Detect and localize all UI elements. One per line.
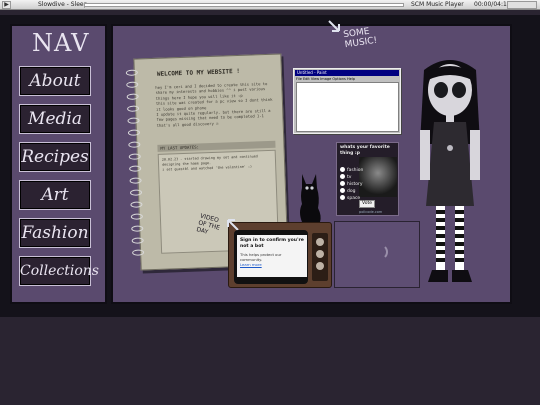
spiral-ring bbox=[131, 225, 144, 232]
poll-question: whats your favorite thing :p bbox=[340, 145, 390, 156]
poll-link[interactable]: pollcode.com bbox=[359, 210, 382, 214]
window-menu[interactable]: File Edit View Image Options Help bbox=[296, 77, 355, 81]
nav-recipes-button[interactable]: Recipes bbox=[19, 142, 91, 172]
player-track-title: Slowdive - Sleep bbox=[38, 1, 88, 8]
video-signin-dialog: Sign in to confirm you're not a bot This… bbox=[237, 235, 307, 277]
nav-art-button[interactable]: Art bbox=[19, 180, 91, 210]
paint-window: Untitled - Paint File Edit View Image Op… bbox=[293, 68, 401, 134]
player-time: 00:00/04:18 bbox=[474, 1, 511, 8]
poll-option-label: tv bbox=[347, 175, 352, 180]
spiral-ring bbox=[132, 249, 145, 256]
nav-fashion-button[interactable]: Fashion bbox=[19, 218, 91, 248]
spiral-ring bbox=[125, 69, 138, 76]
radio-icon[interactable] bbox=[340, 181, 345, 186]
spiral-ring bbox=[127, 117, 140, 124]
poll-option[interactable]: history bbox=[340, 181, 362, 188]
spiral-ring bbox=[128, 153, 141, 160]
protect-message: This helps protect our community. bbox=[240, 252, 282, 262]
player-app-name: SCM Music Player bbox=[411, 1, 464, 8]
radio-icon[interactable] bbox=[340, 195, 345, 200]
poll-option-label: fashion bbox=[347, 168, 364, 173]
spiral-ring bbox=[126, 105, 140, 112]
striped-stockings bbox=[436, 206, 464, 270]
poll-option-label: history bbox=[347, 182, 363, 187]
spiral-ring bbox=[126, 81, 139, 88]
loading-spinner-icon bbox=[372, 244, 388, 260]
spiral-ring bbox=[130, 201, 143, 208]
learn-more-link[interactable]: Learn more bbox=[240, 262, 304, 267]
poll-option-label: dog bbox=[347, 189, 356, 194]
tv-screen: Sign in to confirm you're not a bot This… bbox=[234, 230, 308, 284]
arrow-icon bbox=[328, 20, 340, 32]
tv-controls bbox=[312, 233, 328, 281]
spiral-ring bbox=[130, 213, 143, 220]
welcome-title: WELCOME TO MY WEBSITE ! bbox=[156, 67, 241, 78]
nav-about-button[interactable]: About bbox=[19, 66, 91, 96]
poll-option[interactable]: fashion bbox=[340, 167, 363, 174]
signin-message: Sign in to confirm you're not a bot bbox=[240, 238, 304, 249]
black-cat-image bbox=[300, 174, 321, 222]
goth-girl-illustration bbox=[420, 60, 480, 282]
poll-option[interactable]: tv bbox=[340, 174, 351, 181]
radio-icon[interactable] bbox=[340, 167, 345, 172]
radio-icon[interactable] bbox=[340, 188, 345, 193]
window-titlebar: Untitled - Paint bbox=[295, 70, 399, 76]
spiral-ring bbox=[129, 177, 142, 184]
poll-option[interactable]: dog bbox=[340, 188, 355, 195]
spiral-ring bbox=[128, 141, 141, 148]
spiral-ring bbox=[131, 237, 144, 244]
radio-icon[interactable] bbox=[340, 174, 345, 179]
tv-video-player: Sign in to confirm you're not a bot This… bbox=[227, 219, 332, 288]
poll-widget: whats your favorite thing :p fashion tv … bbox=[336, 142, 399, 216]
player-controls[interactable] bbox=[507, 1, 537, 9]
player-seek-bar[interactable] bbox=[84, 3, 404, 7]
spiral-ring bbox=[129, 189, 143, 196]
vote-button[interactable]: Vote bbox=[359, 200, 375, 208]
spiral-ring bbox=[129, 165, 142, 172]
welcome-text: hey I'm ceri and I decided to create thi… bbox=[155, 80, 273, 128]
poll-option[interactable]: space bbox=[340, 195, 360, 202]
spiral-ring bbox=[126, 93, 139, 100]
spiral-ring bbox=[127, 129, 141, 136]
tv-knob-icon bbox=[316, 238, 324, 246]
nav-title: NAV bbox=[32, 29, 90, 57]
music-player-bar: ▶ Slowdive - Sleep SCM Music Player 00:0… bbox=[0, 0, 540, 10]
tv-knob-icon bbox=[316, 250, 324, 258]
play-icon[interactable]: ▶ bbox=[2, 1, 11, 9]
nav-panel: NAV About Media Recipes Art Fashion Coll… bbox=[10, 24, 107, 304]
poll-image bbox=[359, 157, 397, 197]
tv-knob-icon bbox=[316, 262, 324, 270]
window-title: Untitled - Paint bbox=[297, 70, 327, 75]
nav-collections-button[interactable]: Collections bbox=[19, 256, 99, 286]
nav-media-button[interactable]: Media bbox=[19, 104, 91, 134]
paint-canvas[interactable] bbox=[296, 82, 399, 132]
